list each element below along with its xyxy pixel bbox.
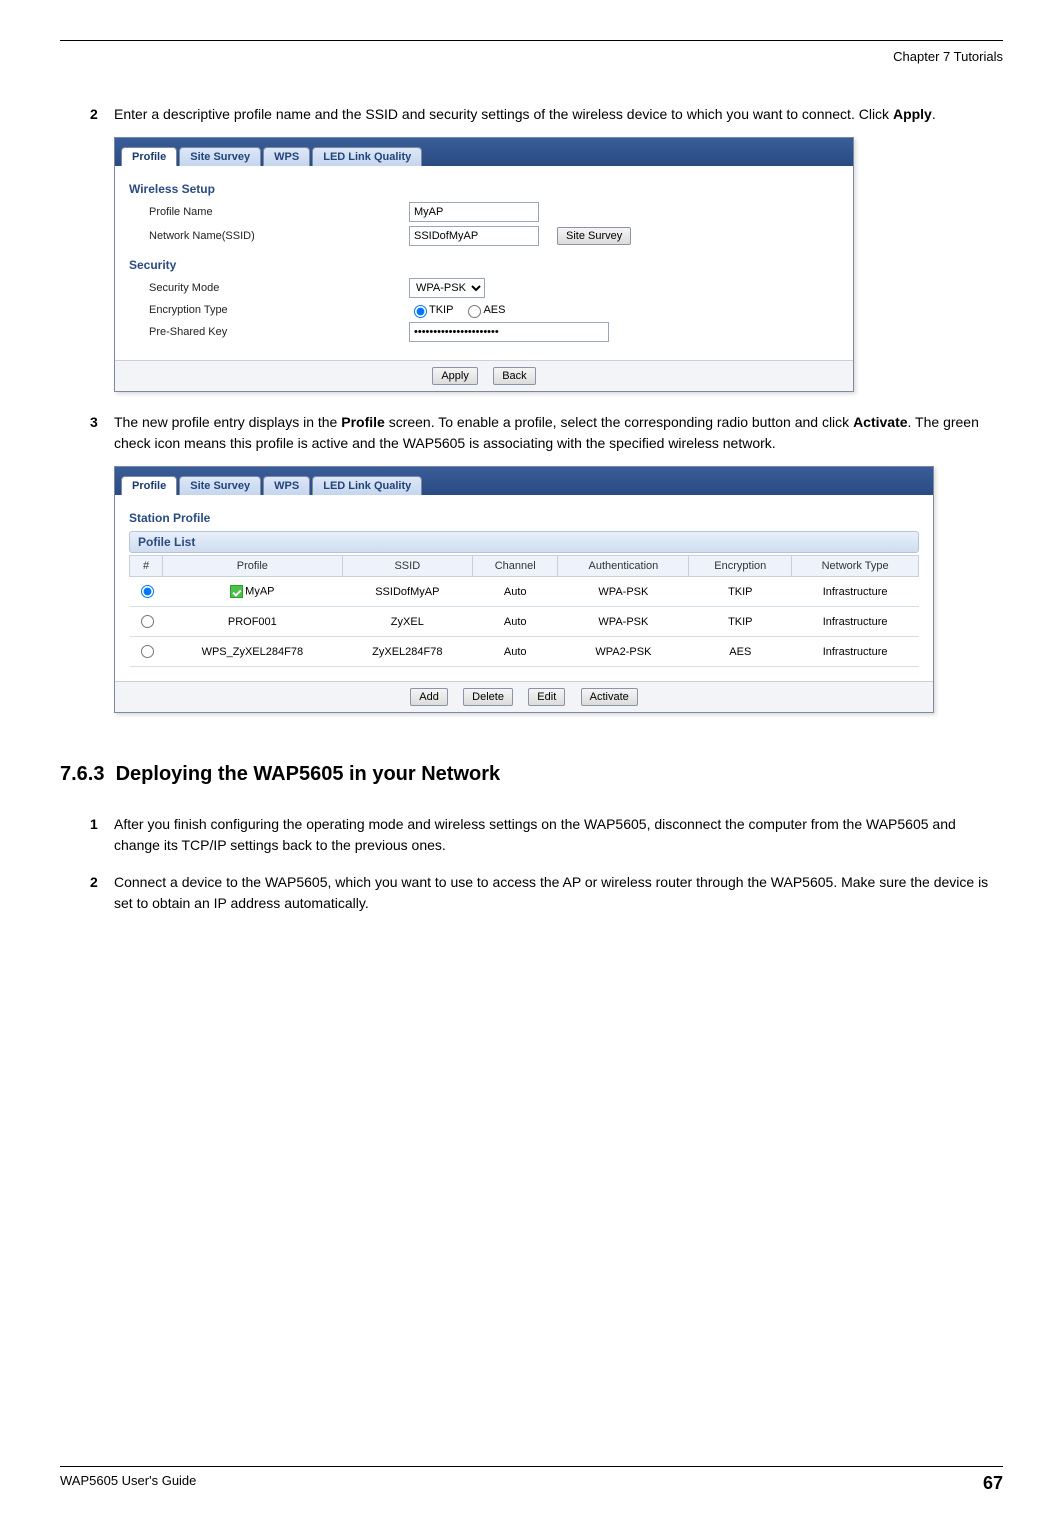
cell-ntype: Infrastructure xyxy=(792,577,919,607)
tab-bar: Profile Site Survey WPS LED Link Quality xyxy=(115,467,933,495)
tab-led-link-quality[interactable]: LED Link Quality xyxy=(312,476,422,495)
cell-ssid: ZyXEL284F78 xyxy=(342,637,472,667)
cell-auth: WPA-PSK xyxy=(558,577,689,607)
active-check-icon xyxy=(230,585,243,598)
tab-bar: Profile Site Survey WPS LED Link Quality xyxy=(115,138,853,166)
step-3: 3 The new profile entry displays in the … xyxy=(90,412,1003,454)
col-channel: Channel xyxy=(472,556,557,577)
tab-site-survey[interactable]: Site Survey xyxy=(179,476,261,495)
cell-ntype: Infrastructure xyxy=(792,637,919,667)
edit-button[interactable]: Edit xyxy=(528,688,565,706)
cell-enc: TKIP xyxy=(689,607,792,637)
table-row: MyAPSSIDofMyAPAutoWPA-PSKTKIPInfrastruct… xyxy=(130,577,919,607)
site-survey-button[interactable]: Site Survey xyxy=(557,227,631,245)
step-number: 1 xyxy=(90,814,114,856)
col-radio: # xyxy=(130,556,163,577)
label-security-mode: Security Mode xyxy=(149,282,409,294)
section-heading: 7.6.3 Deploying the WAP5605 in your Netw… xyxy=(60,763,1003,786)
profile-name-input[interactable] xyxy=(409,202,539,222)
step-text: After you finish configuring the operati… xyxy=(114,814,1003,856)
profile-select-radio[interactable] xyxy=(141,645,154,658)
profile-select-radio[interactable] xyxy=(141,615,154,628)
step-text: The new profile entry displays in the Pr… xyxy=(114,412,1003,454)
col-ssid: SSID xyxy=(342,556,472,577)
table-row: PROF001ZyXELAutoWPA-PSKTKIPInfrastructur… xyxy=(130,607,919,637)
tab-led-link-quality[interactable]: LED Link Quality xyxy=(312,147,422,166)
step-number: 2 xyxy=(90,872,114,914)
ssid-input[interactable] xyxy=(409,226,539,246)
col-ntype: Network Type xyxy=(792,556,919,577)
activate-button[interactable]: Activate xyxy=(581,688,638,706)
cell-auth: WPA-PSK xyxy=(558,607,689,637)
label-encryption-type: Encryption Type xyxy=(149,304,409,316)
label-psk: Pre-Shared Key xyxy=(149,326,409,338)
cell-profile: WPS_ZyXEL284F78 xyxy=(163,637,343,667)
tab-profile[interactable]: Profile xyxy=(121,147,177,166)
footer-guide: WAP5605 User's Guide xyxy=(60,1473,196,1494)
cell-channel: Auto xyxy=(472,577,557,607)
cell-ssid: ZyXEL xyxy=(342,607,472,637)
tab-profile[interactable]: Profile xyxy=(121,476,177,495)
step-text: Enter a descriptive profile name and the… xyxy=(114,104,1003,125)
profile-list-header: Pofile List xyxy=(129,531,919,553)
table-row: WPS_ZyXEL284F78ZyXEL284F78AutoWPA2-PSKAE… xyxy=(130,637,919,667)
apply-button[interactable]: Apply xyxy=(432,367,478,385)
tab-wps[interactable]: WPS xyxy=(263,147,310,166)
security-mode-select[interactable]: WPA-PSK xyxy=(409,278,485,298)
group-station-profile: Station Profile xyxy=(129,511,919,525)
cell-ntype: Infrastructure xyxy=(792,607,919,637)
cell-enc: TKIP xyxy=(689,577,792,607)
step-b2: 2 Connect a device to the WAP5605, which… xyxy=(90,872,1003,914)
cell-enc: AES xyxy=(689,637,792,667)
profile-select-radio[interactable] xyxy=(141,585,154,598)
wireless-setup-panel: Profile Site Survey WPS LED Link Quality… xyxy=(114,137,854,392)
page-footer: WAP5605 User's Guide 67 xyxy=(60,1466,1003,1494)
tab-wps[interactable]: WPS xyxy=(263,476,310,495)
add-button[interactable]: Add xyxy=(410,688,448,706)
panel-footer: Apply Back xyxy=(115,360,853,391)
back-button[interactable]: Back xyxy=(493,367,535,385)
label-profile-name: Profile Name xyxy=(149,206,409,218)
step-2: 2 Enter a descriptive profile name and t… xyxy=(90,104,1003,125)
delete-button[interactable]: Delete xyxy=(463,688,513,706)
cell-ssid: SSIDofMyAP xyxy=(342,577,472,607)
cell-channel: Auto xyxy=(472,607,557,637)
cell-auth: WPA2-PSK xyxy=(558,637,689,667)
group-security: Security xyxy=(129,258,839,272)
step-number: 3 xyxy=(90,412,114,454)
col-enc: Encryption xyxy=(689,556,792,577)
col-auth: Authentication xyxy=(558,556,689,577)
label-ssid: Network Name(SSID) xyxy=(149,230,409,242)
cell-channel: Auto xyxy=(472,637,557,667)
cell-profile: MyAP xyxy=(163,577,343,607)
step-number: 2 xyxy=(90,104,114,125)
step-text: Connect a device to the WAP5605, which y… xyxy=(114,872,1003,914)
group-wireless-setup: Wireless Setup xyxy=(129,182,839,196)
panel-footer: Add Delete Edit Activate xyxy=(115,681,933,712)
chapter-header: Chapter 7 Tutorials xyxy=(60,49,1003,64)
col-profile: Profile xyxy=(163,556,343,577)
step-b1: 1 After you finish configuring the opera… xyxy=(90,814,1003,856)
radio-aes[interactable]: AES xyxy=(463,302,505,318)
tab-site-survey[interactable]: Site Survey xyxy=(179,147,261,166)
station-profile-panel: Profile Site Survey WPS LED Link Quality… xyxy=(114,466,934,713)
psk-input[interactable] xyxy=(409,322,609,342)
profile-table: # Profile SSID Channel Authentication En… xyxy=(129,555,919,667)
cell-profile: PROF001 xyxy=(163,607,343,637)
page-number: 67 xyxy=(983,1473,1003,1494)
radio-tkip[interactable]: TKIP xyxy=(409,302,453,318)
